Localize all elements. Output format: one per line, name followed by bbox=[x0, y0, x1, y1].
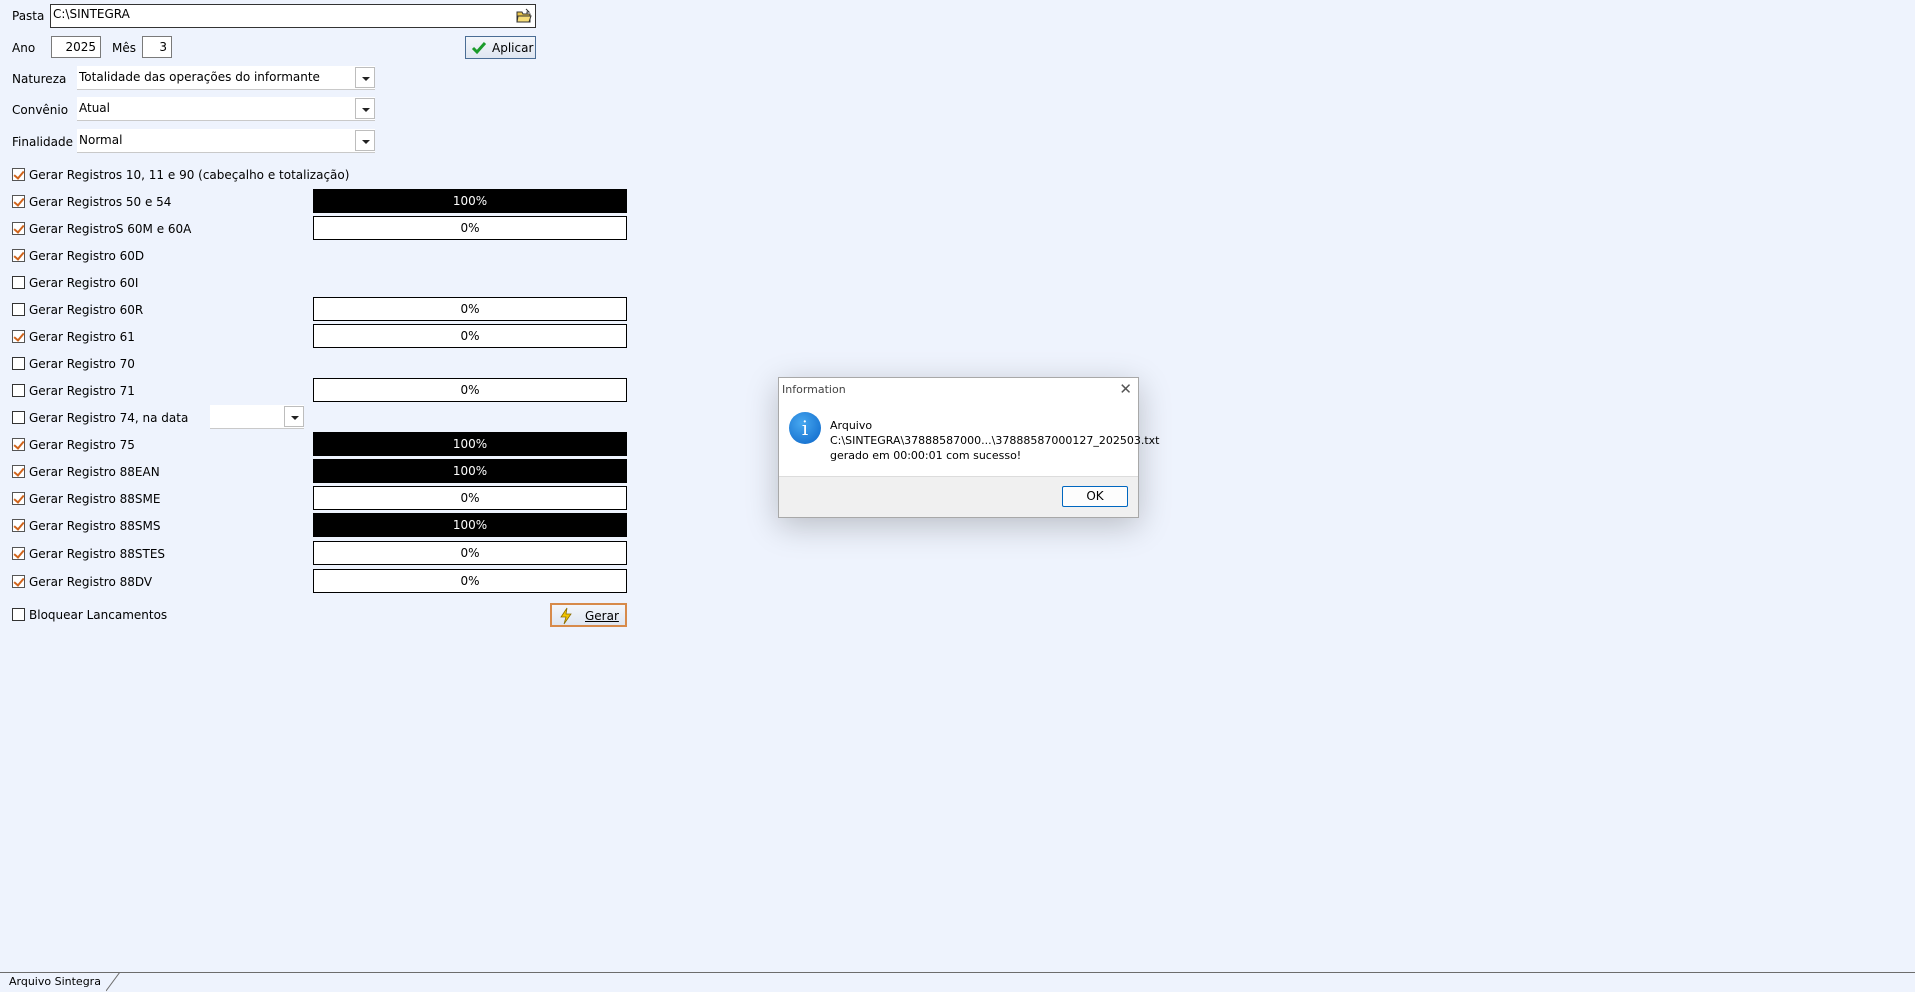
natureza-select[interactable]: Totalidade das operações do informante bbox=[77, 66, 375, 90]
registro-label: Gerar Registro 70 bbox=[29, 357, 135, 371]
registro-progress-bar: 0% bbox=[313, 541, 627, 565]
ano-label: Ano bbox=[12, 41, 36, 55]
check-icon bbox=[471, 40, 487, 59]
aplicar-button[interactable]: Aplicar bbox=[465, 36, 536, 59]
progress-text: 100% bbox=[452, 464, 488, 478]
convenio-label: Convênio bbox=[12, 103, 69, 117]
pasta-field[interactable]: C:\SINTEGRA bbox=[50, 4, 536, 28]
tab-edge bbox=[106, 972, 121, 992]
progress-text: 100% bbox=[452, 437, 488, 451]
tab-arquivo-sintegra[interactable]: Arquivo Sintegra bbox=[0, 973, 119, 991]
gerar-label: Gerar bbox=[585, 609, 619, 623]
registro-label: Gerar Registro 88SME bbox=[29, 492, 161, 506]
lightning-icon bbox=[558, 607, 574, 628]
dialog-footer: OK bbox=[779, 476, 1138, 517]
registro-label: Gerar Registro 75 bbox=[29, 438, 135, 452]
registro-74-date[interactable] bbox=[210, 405, 304, 429]
progress-text: 0% bbox=[460, 491, 480, 505]
dialog-message: Arquivo C:\SINTEGRA\37888587000...\37888… bbox=[830, 418, 1159, 463]
registro-label: Gerar Registro 60D bbox=[29, 249, 145, 263]
progress-text: 0% bbox=[460, 546, 480, 560]
dialog-line-2: C:\SINTEGRA\37888587000...\3788858700012… bbox=[830, 434, 1160, 447]
chevron-down-icon[interactable] bbox=[355, 67, 375, 88]
tab-label: Arquivo Sintegra bbox=[9, 975, 101, 988]
folder-open-icon[interactable] bbox=[515, 7, 533, 25]
tab-strip: Arquivo Sintegra bbox=[0, 972, 1915, 992]
registro-progress-bar: 100% bbox=[313, 432, 627, 456]
chevron-down-icon[interactable] bbox=[355, 130, 375, 151]
registro-checkbox[interactable] bbox=[12, 438, 25, 451]
registro-checkbox[interactable] bbox=[12, 249, 25, 262]
registro-checkbox[interactable] bbox=[12, 492, 25, 505]
convenio-select[interactable]: Atual bbox=[77, 97, 375, 121]
registro-checkbox[interactable] bbox=[12, 303, 25, 316]
progress-text: 100% bbox=[452, 194, 488, 208]
registro-checkbox[interactable] bbox=[12, 330, 25, 343]
registro-checkbox[interactable] bbox=[12, 195, 25, 208]
registro-label: Gerar Registros 10, 11 e 90 (cabeçalho e… bbox=[29, 168, 350, 182]
bloquear-checkbox[interactable] bbox=[12, 608, 25, 621]
finalidade-label: Finalidade bbox=[12, 135, 73, 149]
convenio-value: Atual bbox=[79, 101, 110, 115]
registro-progress-bar: 0% bbox=[313, 297, 627, 321]
registro-progress-bar: 0% bbox=[313, 216, 627, 240]
progress-text: 0% bbox=[460, 574, 480, 588]
progress-text: 0% bbox=[460, 302, 480, 316]
information-icon: i bbox=[789, 412, 821, 444]
natureza-label: Natureza bbox=[12, 72, 67, 86]
mes-input[interactable]: 3 bbox=[142, 36, 172, 58]
registro-progress-bar: 100% bbox=[313, 513, 627, 537]
registro-label: Gerar Registro 71 bbox=[29, 384, 135, 398]
progress-text: 0% bbox=[460, 383, 480, 397]
mes-label: Mês bbox=[112, 41, 136, 55]
registro-progress-bar: 100% bbox=[313, 459, 627, 483]
registro-label: Gerar Registro 74, na data bbox=[29, 411, 189, 425]
registro-progress-bar: 0% bbox=[313, 486, 627, 510]
registro-label: Gerar Registro 60R bbox=[29, 303, 144, 317]
finalidade-value: Normal bbox=[79, 133, 123, 147]
registro-label: Gerar Registro 88DV bbox=[29, 575, 153, 589]
registro-label: Gerar Registro 61 bbox=[29, 330, 135, 344]
registro-checkbox[interactable] bbox=[12, 411, 25, 424]
registro-label: Gerar RegistroS 60M e 60A bbox=[29, 222, 192, 236]
registro-label: Gerar Registros 50 e 54 bbox=[29, 195, 172, 209]
close-icon[interactable]: ✕ bbox=[1119, 380, 1132, 398]
registro-checkbox[interactable] bbox=[12, 519, 25, 532]
registro-label: Gerar Registro 88SMS bbox=[29, 519, 161, 533]
bloquear-label: Bloquear Lancamentos bbox=[29, 608, 168, 622]
registro-checkbox[interactable] bbox=[12, 357, 25, 370]
progress-text: 0% bbox=[460, 329, 480, 343]
registro-progress-bar: 0% bbox=[313, 324, 627, 348]
registro-checkbox[interactable] bbox=[12, 575, 25, 588]
pasta-value: C:\SINTEGRA bbox=[53, 7, 130, 21]
registro-checkbox[interactable] bbox=[12, 222, 25, 235]
registro-checkbox[interactable] bbox=[12, 276, 25, 289]
progress-text: 100% bbox=[452, 518, 488, 532]
registro-label: Gerar Registro 88EAN bbox=[29, 465, 160, 479]
dialog-line-3: gerado em 00:00:01 com sucesso! bbox=[830, 449, 1022, 462]
ano-input[interactable]: 2025 bbox=[51, 36, 101, 58]
progress-text: 0% bbox=[460, 221, 480, 235]
registro-checkbox[interactable] bbox=[12, 384, 25, 397]
registro-progress-bar: 100% bbox=[313, 189, 627, 213]
dialog-title: Information bbox=[782, 383, 846, 396]
registro-progress-bar: 0% bbox=[313, 569, 627, 593]
information-dialog: Information ✕ i Arquivo C:\SINTEGRA\3788… bbox=[778, 377, 1159, 518]
registro-checkbox[interactable] bbox=[12, 547, 25, 560]
registro-checkbox[interactable] bbox=[12, 168, 25, 181]
registro-label: Gerar Registro 60I bbox=[29, 276, 139, 290]
chevron-down-icon[interactable] bbox=[355, 98, 375, 119]
ok-button[interactable]: OK bbox=[1062, 486, 1128, 507]
registro-progress-bar: 0% bbox=[313, 378, 627, 402]
natureza-value: Totalidade das operações do informante bbox=[79, 70, 320, 84]
registro-label: Gerar Registro 88STES bbox=[29, 547, 166, 561]
chevron-down-icon[interactable] bbox=[284, 406, 304, 427]
aplicar-label: Aplicar bbox=[492, 41, 534, 55]
registro-checkbox[interactable] bbox=[12, 465, 25, 478]
finalidade-select[interactable]: Normal bbox=[77, 129, 375, 153]
pasta-label: Pasta bbox=[12, 9, 45, 23]
gerar-button[interactable]: Gerar bbox=[550, 603, 627, 627]
dialog-line-1: Arquivo bbox=[830, 419, 873, 432]
